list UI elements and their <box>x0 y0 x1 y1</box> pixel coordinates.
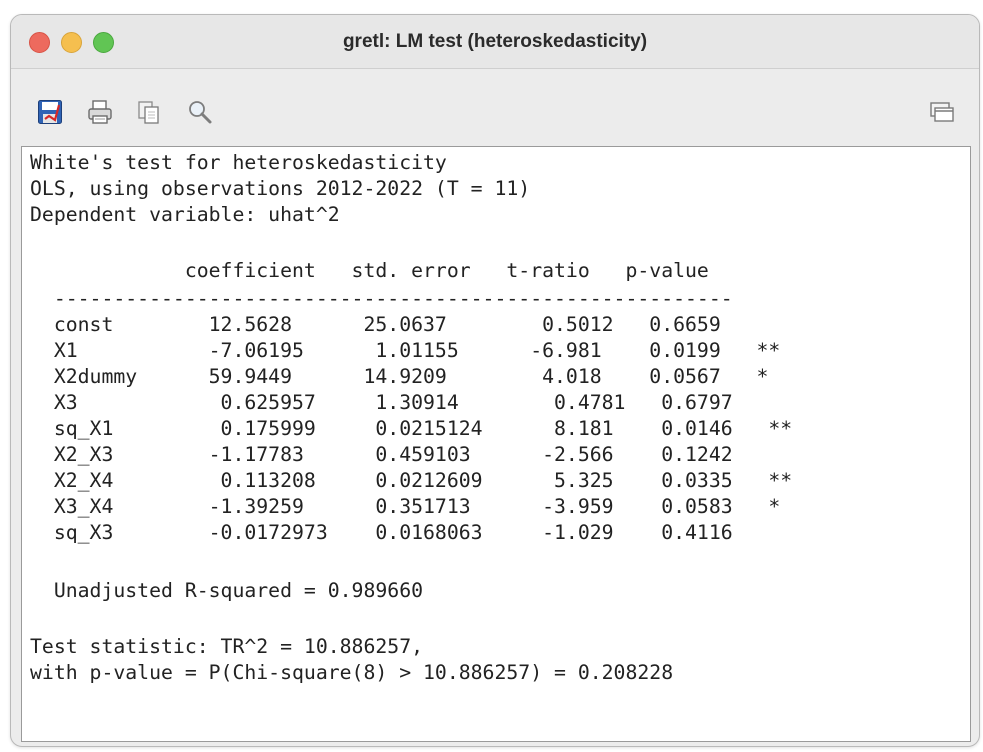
table-separator: ----------------------------------------… <box>30 287 733 310</box>
windows-icon[interactable] <box>929 99 955 125</box>
window-title: gretl: LM test (heteroskedasticity) <box>342 31 648 52</box>
title-bar[interactable]: gretl: LM test (heteroskedasticity) <box>11 15 979 69</box>
output-text-area[interactable]: White's test for heteroskedasticity OLS,… <box>21 146 971 742</box>
output-header-line: Dependent variable: uhat^2 <box>30 203 340 226</box>
table-row: X3_X4 -1.39259 0.351713 -3.959 0.0583 * <box>30 495 781 518</box>
table-row: X2_X4 0.113208 0.0212609 5.325 0.0335 ** <box>30 469 793 492</box>
table-row: sq_X1 0.175999 0.0215124 8.181 0.0146 ** <box>30 417 793 440</box>
output-header-line: White's test for heteroskedasticity <box>30 151 447 174</box>
save-icon[interactable] <box>37 99 63 125</box>
table-header: coefficient std. error t-ratio p-value <box>30 259 709 282</box>
table-row: X1 -7.06195 1.01155 -6.981 0.0199 ** <box>30 339 781 362</box>
r-squared-line: Unadjusted R-squared = 0.989660 <box>30 579 424 602</box>
test-statistic-line: Test statistic: TR^2 = 10.886257, <box>30 635 424 658</box>
toolbar <box>11 69 979 146</box>
copy-icon[interactable] <box>136 99 162 125</box>
search-icon[interactable] <box>187 99 213 125</box>
print-icon[interactable] <box>87 99 113 125</box>
table-row: const 12.5628 25.0637 0.5012 0.6659 <box>30 313 721 336</box>
table-row: X2_X3 -1.17783 0.459103 -2.566 0.1242 <box>30 443 733 466</box>
p-value-line: with p-value = P(Chi-square(8) > 10.8862… <box>30 661 674 684</box>
table-row: sq_X3 -0.0172973 0.0168063 -1.029 0.4116 <box>30 521 733 544</box>
table-row: X2dummy 59.9449 14.9209 4.018 0.0567 * <box>30 365 769 388</box>
table-row: X3 0.625957 1.30914 0.4781 0.6797 <box>30 391 733 414</box>
lm-test-window: gretl: LM test (heteroskedasticity) Whit… <box>10 14 980 747</box>
output-header-line: OLS, using observations 2012-2022 (T = 1… <box>30 177 531 200</box>
